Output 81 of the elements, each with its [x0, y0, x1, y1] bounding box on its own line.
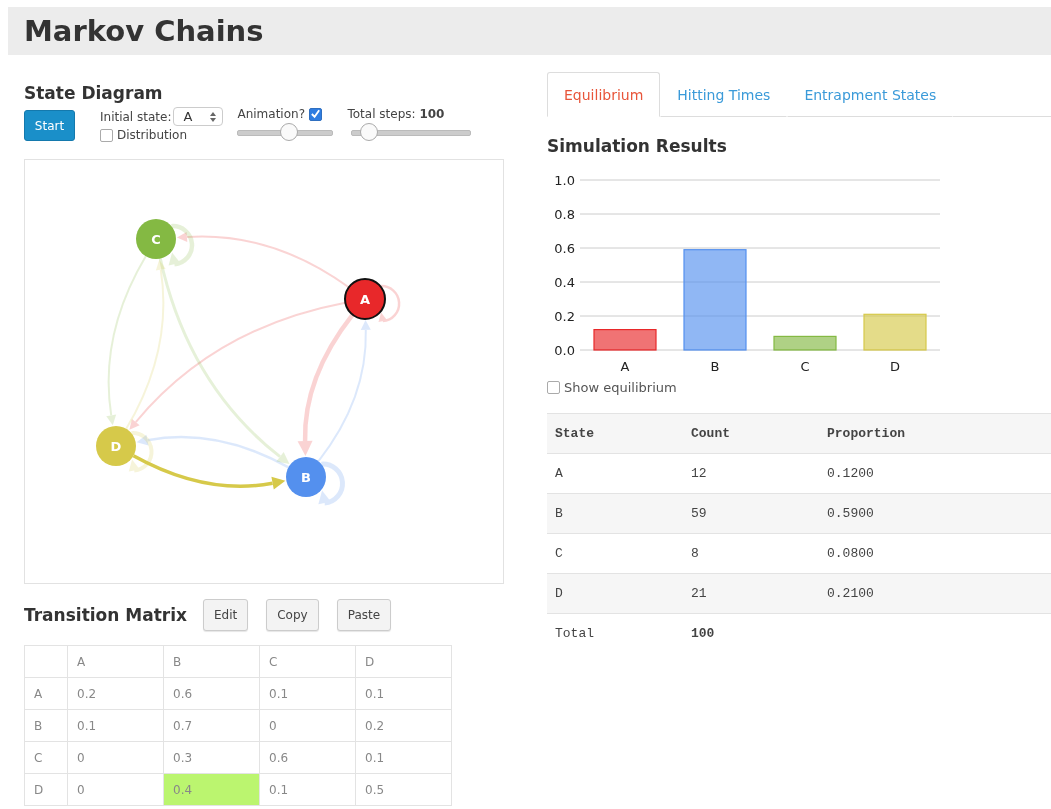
category-label: B — [710, 359, 720, 374]
matrix-button[interactable]: Edit — [203, 599, 249, 631]
row-header: B — [24, 709, 68, 742]
transition-arrow — [378, 284, 401, 323]
row-header: C — [24, 741, 68, 774]
bar — [863, 313, 927, 351]
matrix-button[interactable]: Paste — [336, 599, 392, 631]
table-cell: B — [547, 493, 683, 534]
state-node[interactable]: A — [344, 278, 386, 320]
matrix-cell[interactable]: 0.6 — [163, 677, 260, 710]
axis-tick-label: 0.4 — [554, 275, 575, 290]
table-cell: 21 — [683, 573, 819, 614]
table-cell: 8 — [683, 533, 819, 574]
column-header: Proportion — [819, 413, 987, 454]
up-down-icon — [210, 111, 217, 122]
table-cell: 59 — [683, 493, 819, 534]
table-cell: D — [547, 573, 683, 614]
slider-thumb[interactable] — [360, 123, 378, 141]
matrix-cell[interactable]: 0.1 — [355, 677, 452, 710]
row-header: D — [24, 773, 68, 806]
matrix-cell[interactable]: 0.2 — [355, 709, 452, 742]
animation-label: Animation? — [237, 107, 305, 121]
equilibrium-label: Show equilibrium — [564, 380, 677, 395]
table-cell: 0.2100 — [819, 573, 987, 614]
column-header: C — [259, 645, 356, 678]
initial-state-label: Initial state: — [100, 109, 172, 124]
bar — [773, 335, 837, 351]
matrix-cell[interactable]: 0 — [67, 741, 164, 774]
initial-state-select[interactable]: A — [173, 107, 224, 126]
category-label: A — [620, 359, 630, 374]
matrix-cell[interactable]: 0.5 — [355, 773, 452, 806]
category-label: C — [800, 359, 810, 374]
section-title: Simulation Results — [547, 136, 728, 156]
matrix-cell[interactable]: 0.2 — [67, 677, 164, 710]
table-cell: A — [547, 453, 683, 494]
tab[interactable]: Hitting Times — [660, 72, 788, 117]
slider-thumb[interactable] — [280, 123, 299, 141]
bar — [593, 329, 657, 351]
table-cell: 100 — [683, 613, 819, 653]
matrix-cell[interactable]: 0.1 — [355, 741, 452, 774]
column-header: Count — [683, 413, 819, 454]
page-title: Markov Chains — [24, 14, 264, 48]
matrix-cell[interactable]: 0.3 — [163, 741, 260, 774]
table-cell: 0.0800 — [819, 533, 987, 574]
matrix-cell[interactable]: 0.1 — [67, 709, 164, 742]
table-cell: 0.5900 — [819, 493, 987, 534]
distribution-label: Distribution — [117, 128, 187, 142]
matrix-cell[interactable]: 0.7 — [163, 709, 260, 742]
section-title: Transition Matrix — [24, 605, 187, 625]
distribution-checkbox[interactable] — [100, 128, 113, 142]
matrix-cell[interactable]: 0.1 — [259, 773, 356, 806]
equilibrium-checkbox[interactable] — [547, 381, 560, 394]
column-header: State — [547, 413, 683, 454]
matrix-cell[interactable]: 0.1 — [259, 677, 356, 710]
matrix-cell[interactable]: 0.6 — [259, 741, 356, 774]
axis-tick-label: 1.0 — [554, 173, 575, 188]
table-cell: 0.1200 — [819, 453, 987, 494]
axis-tick-label: 0.0 — [554, 343, 575, 358]
matrix-cell[interactable]: 0.4 — [163, 773, 260, 806]
matrix-button[interactable]: Copy — [266, 599, 319, 631]
row-header: A — [24, 677, 68, 710]
state-node[interactable]: C — [136, 219, 176, 259]
axis-tick-label: 0.8 — [554, 207, 575, 222]
axis-tick-label: 0.2 — [554, 309, 575, 324]
column-header: B — [163, 645, 260, 678]
state-node[interactable]: B — [286, 457, 326, 497]
tab[interactable]: Entrapment States — [787, 72, 954, 117]
start-button[interactable]: Start — [24, 110, 75, 141]
axis-tick-label: 0.6 — [554, 241, 575, 256]
table-cell: 12 — [683, 453, 819, 494]
category-label: D — [890, 359, 900, 374]
section-title: State Diagram — [24, 83, 164, 103]
table-cell: Total — [547, 613, 683, 653]
column-header: D — [355, 645, 452, 678]
total-steps-label: Total steps: 100 — [347, 107, 446, 121]
table-cell: C — [547, 533, 683, 574]
tab[interactable]: Equilibrium — [547, 72, 661, 117]
matrix-cell[interactable]: 0 — [259, 709, 356, 742]
matrix-cell[interactable]: 0 — [67, 773, 164, 806]
animation-checkbox[interactable] — [309, 107, 322, 121]
column-header: A — [67, 645, 164, 678]
